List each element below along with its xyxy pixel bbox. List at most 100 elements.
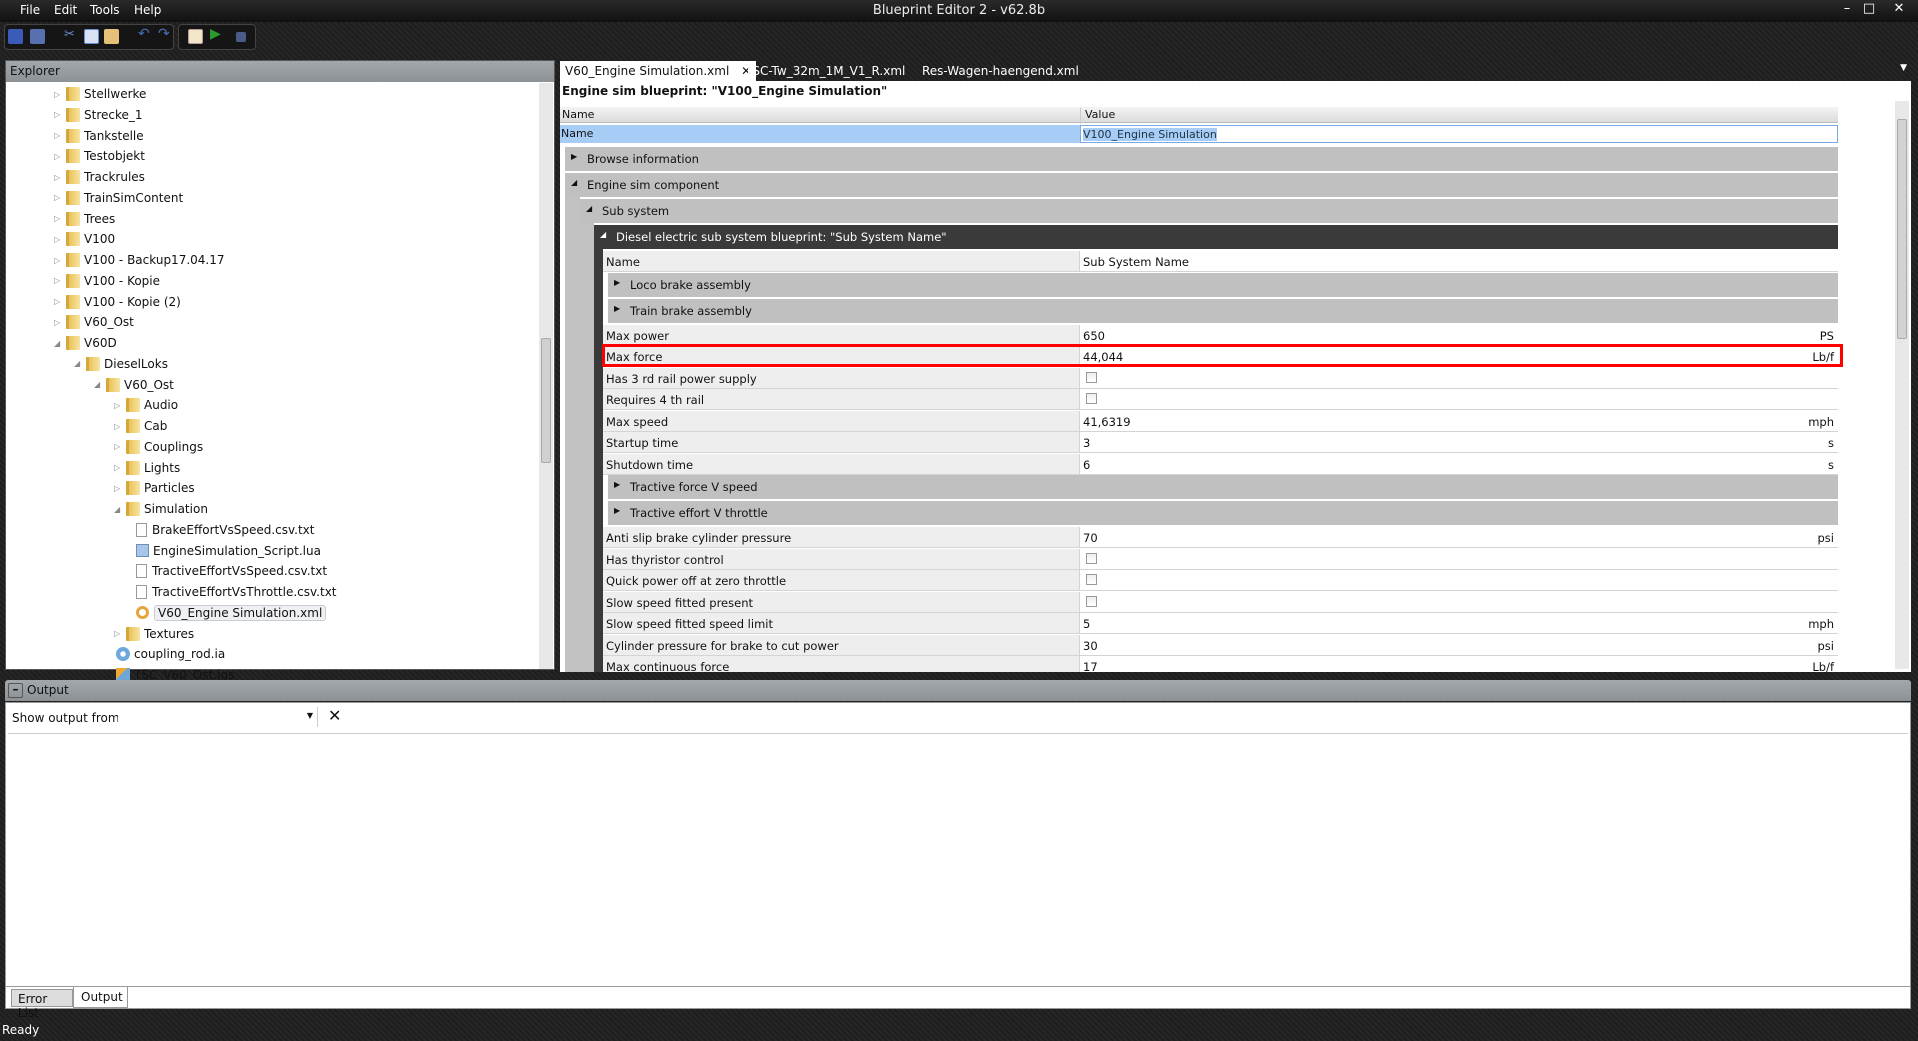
tree-item[interactable]: ▷ V100 - Kopie (2): [54, 292, 181, 312]
property-value[interactable]: 650 PS: [1080, 324, 1838, 346]
tab-output[interactable]: Output: [73, 987, 128, 1008]
checkbox[interactable]: [1086, 552, 1097, 564]
collapsed-arrow-icon[interactable]: ▷: [54, 131, 66, 140]
collapsed-arrow-icon[interactable]: ▶: [614, 278, 620, 287]
checkbox[interactable]: [1086, 574, 1097, 585]
run-icon[interactable]: ▶: [210, 26, 225, 42]
tree-item[interactable]: ▷ Audio: [114, 395, 178, 415]
tree-item[interactable]: ▷ TrainSimContent: [54, 188, 183, 208]
tree-item[interactable]: ▷ Cab: [114, 416, 167, 436]
tree-item[interactable]: ▷ Trackrules: [54, 167, 145, 187]
collapsed-arrow-icon[interactable]: ▶: [614, 506, 620, 515]
group-row[interactable]: ▶ Tractive force V speed: [608, 475, 1838, 499]
explorer-scroll-thumb[interactable]: [541, 338, 551, 463]
tree-item[interactable]: ▷ Stellwerke: [54, 84, 146, 104]
property-row[interactable]: Quick power off at zero throttle: [603, 570, 1838, 591]
expanded-arrow-icon[interactable]: ◢: [94, 380, 106, 389]
property-row[interactable]: Anti slip brake cylinder pressure 70 psi: [603, 527, 1838, 548]
tree-item[interactable]: ◢ V60D: [54, 333, 117, 353]
tree-item[interactable]: ▷ Tankstelle: [54, 126, 144, 146]
property-value[interactable]: [1080, 548, 1838, 570]
collapsed-arrow-icon[interactable]: ▷: [114, 422, 126, 431]
editor-scroll-thumb[interactable]: [1897, 119, 1907, 339]
paste-icon[interactable]: [104, 29, 119, 44]
collapsed-arrow-icon[interactable]: ▶: [614, 304, 620, 313]
property-row[interactable]: Startup time 3 s: [603, 432, 1838, 453]
group-row[interactable]: ◢ Sub system: [580, 199, 1838, 223]
property-row[interactable]: Max continuous force 17 Lb/f: [603, 656, 1838, 672]
undo-icon[interactable]: ↶: [138, 26, 153, 42]
tab-document[interactable]: TSC-Tw_32m_1M_V1_R.xml: [740, 61, 910, 81]
tree-item[interactable]: ▷ V60_Ost: [54, 312, 134, 332]
name-value-input[interactable]: V100_Engine Simulation: [1080, 125, 1838, 143]
close-window-button[interactable]: ✕: [1890, 1, 1908, 16]
collapsed-arrow-icon[interactable]: ▷: [54, 173, 66, 182]
collapsed-arrow-icon[interactable]: ▷: [54, 214, 66, 223]
tree-item[interactable]: ◢ DieselLoks: [74, 354, 168, 374]
property-value[interactable]: [1080, 367, 1838, 389]
tab-document[interactable]: Res-Wagen-haengend.xml: [917, 61, 1084, 81]
expanded-arrow-icon[interactable]: ◢: [586, 204, 592, 213]
property-row[interactable]: Max power 650 PS: [603, 324, 1838, 346]
checkbox[interactable]: [1086, 393, 1097, 404]
group-row[interactable]: ◢ Diesel electric sub system blueprint: "…: [594, 225, 1838, 249]
save-all-icon[interactable]: [30, 29, 45, 44]
collapsed-arrow-icon[interactable]: ▷: [54, 256, 66, 265]
tree-item[interactable]: ▷ V100 - Backup17.04.17: [54, 250, 225, 270]
collapsed-arrow-icon[interactable]: ▷: [54, 318, 66, 327]
output-source-select[interactable]: ▼: [118, 707, 318, 727]
property-row[interactable]: Cylinder pressure for brake to cut power…: [603, 634, 1838, 656]
group-row[interactable]: ▶ Tractive effort V throttle: [608, 501, 1838, 525]
property-row[interactable]: Requires 4 th rail: [603, 389, 1838, 410]
tree-item[interactable]: coupling_rod.ia: [114, 644, 225, 664]
tree-item[interactable]: ▷ Trees: [54, 209, 115, 229]
export-icon[interactable]: [188, 29, 203, 44]
tree-item[interactable]: BrakeEffortVsSpeed.csv.txt: [134, 520, 315, 540]
redo-icon[interactable]: ↷: [158, 26, 173, 42]
collapsed-arrow-icon[interactable]: ▷: [54, 90, 66, 99]
group-row[interactable]: ◢ Engine sim component: [565, 173, 1838, 197]
property-value[interactable]: [1080, 389, 1838, 410]
expanded-arrow-icon[interactable]: ◢: [114, 505, 126, 514]
property-row[interactable]: Has thyristor control: [603, 548, 1838, 570]
maximize-button[interactable]: □: [1860, 1, 1878, 16]
tree-item[interactable]: ▷ V100: [54, 229, 115, 249]
property-row[interactable]: Max force 44,044 Lb/f: [602, 344, 1843, 367]
property-value[interactable]: 5 mph: [1080, 613, 1838, 634]
group-row[interactable]: ▶ Loco brake assembly: [608, 272, 1838, 297]
tree-item[interactable]: ▷ Testobjekt: [54, 146, 145, 166]
collapsed-arrow-icon[interactable]: ▷: [54, 297, 66, 306]
tree-item[interactable]: TractiveEffortVsThrottle.csv.txt: [134, 582, 337, 602]
collapsed-arrow-icon[interactable]: ▷: [114, 629, 126, 638]
tab-overflow-icon[interactable]: ▼: [1900, 63, 1907, 73]
collapsed-arrow-icon[interactable]: ▷: [114, 442, 126, 451]
collapsed-arrow-icon[interactable]: ▷: [114, 463, 126, 472]
tree-item[interactable]: ▷ Lights: [114, 458, 180, 478]
expanded-arrow-icon[interactable]: ◢: [74, 359, 86, 368]
property-value[interactable]: 30 psi: [1080, 634, 1838, 656]
property-row[interactable]: Has 3 rd rail power supply: [603, 367, 1838, 389]
collapsed-arrow-icon[interactable]: ▷: [114, 484, 126, 493]
collapsed-arrow-icon[interactable]: ▷: [54, 235, 66, 244]
tree-item[interactable]: ▷ Strecke_1: [54, 105, 143, 125]
tree-item[interactable]: ▷ V100 - Kopie: [54, 271, 160, 291]
cut-icon[interactable]: ✂: [64, 27, 79, 42]
expanded-arrow-icon[interactable]: ◢: [571, 178, 577, 187]
editor-scrollbar[interactable]: [1895, 101, 1909, 669]
property-value[interactable]: Sub System Name: [1080, 251, 1838, 272]
tab-error-list[interactable]: Error List: [11, 989, 73, 1020]
stop-icon[interactable]: [236, 32, 246, 42]
property-row[interactable]: Shutdown time 6 s: [603, 453, 1838, 475]
tree-item[interactable]: ▷ Textures: [114, 624, 194, 644]
expanded-arrow-icon[interactable]: ◢: [600, 230, 606, 239]
collapsed-arrow-icon[interactable]: ▷: [114, 401, 126, 410]
checkbox[interactable]: [1086, 371, 1097, 383]
property-value[interactable]: 17 Lb/f: [1080, 656, 1838, 672]
tree-item[interactable]: ▷ Couplings: [114, 437, 203, 457]
checkbox[interactable]: [1086, 595, 1097, 607]
property-row[interactable]: Max speed 41,6319 mph: [603, 410, 1838, 432]
property-value[interactable]: 41,6319 mph: [1080, 410, 1838, 432]
collapsed-arrow-icon[interactable]: ▶: [614, 480, 620, 489]
minimize-button[interactable]: –: [1838, 1, 1856, 16]
property-value[interactable]: 3s: [1080, 432, 1838, 453]
